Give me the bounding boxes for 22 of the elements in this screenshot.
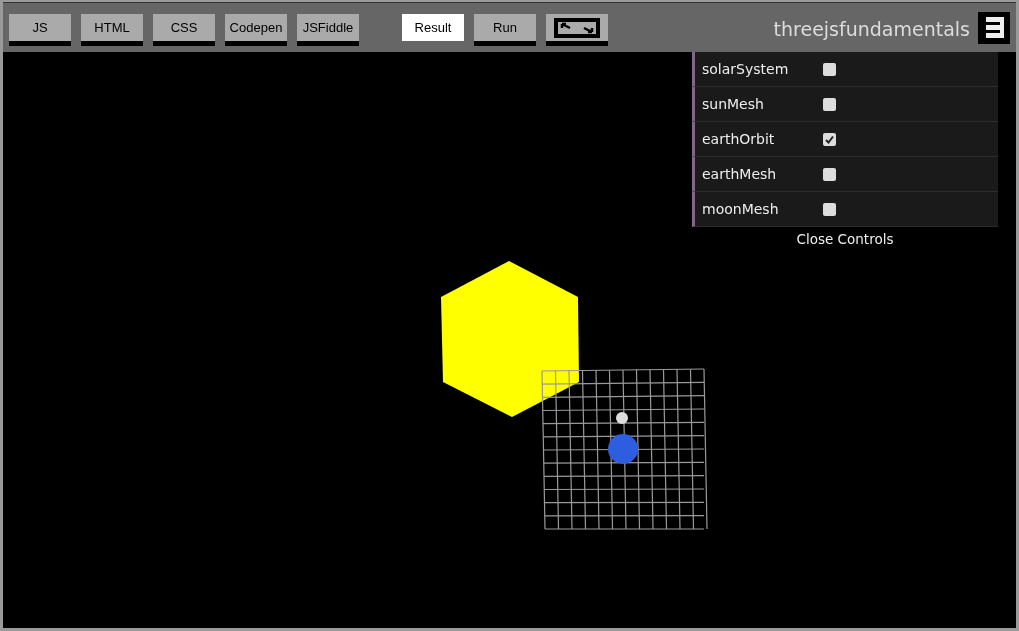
checkbox[interactable] [823, 167, 836, 181]
control-label: earthMesh [702, 166, 778, 182]
moon-sphere [616, 412, 628, 424]
checkbox[interactable] [823, 97, 836, 111]
checkbox[interactable] [823, 132, 836, 146]
toolbar-button[interactable]: CSS [153, 14, 215, 46]
checkbox[interactable] [823, 62, 836, 76]
control-label: moonMesh [702, 201, 780, 217]
control-label: solarSystem [702, 61, 790, 77]
toolbar-button[interactable]: JS [9, 14, 71, 46]
toolbar-button[interactable]: Run [474, 14, 536, 46]
brand-name[interactable]: threejsfundamentals [773, 18, 970, 40]
checkbox[interactable] [823, 202, 836, 216]
earth-sphere [608, 434, 638, 464]
fullscreen-icon [554, 17, 600, 38]
control-label: earthOrbit [702, 131, 776, 147]
toolbar-button[interactable]: JSFiddle [297, 14, 359, 46]
toolbar-button[interactable]: HTML [81, 14, 143, 46]
fullscreen-button[interactable] [546, 14, 608, 46]
logo-icon[interactable] [978, 12, 1010, 44]
control-label: sunMesh [702, 96, 765, 112]
toolbar-button[interactable]: Codepen [225, 14, 287, 46]
